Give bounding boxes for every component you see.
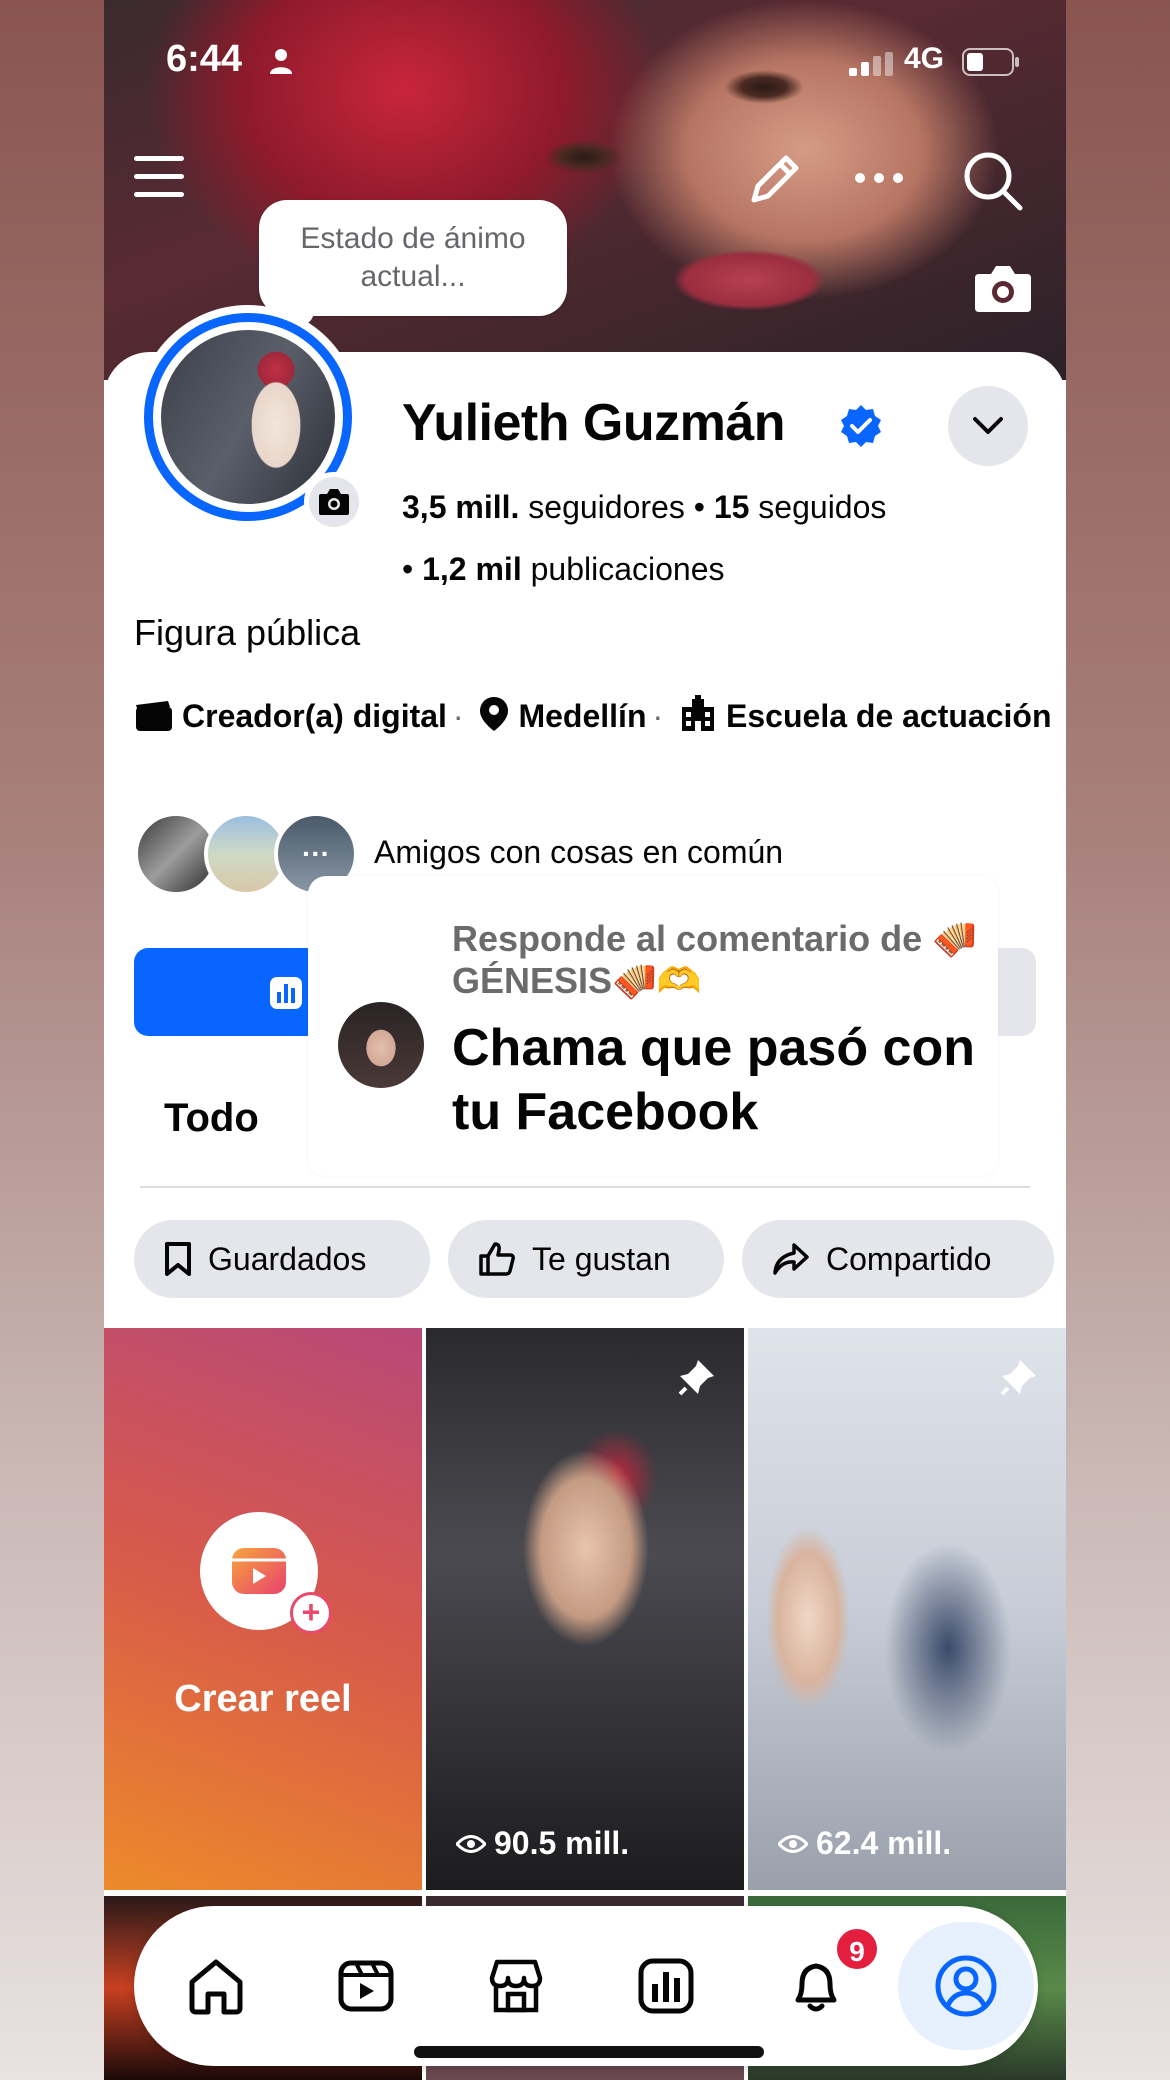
comment-text: Chama que pasó con tu Facebook bbox=[452, 1019, 975, 1141]
dashboard-icon bbox=[638, 1958, 694, 2014]
person-icon bbox=[270, 49, 292, 74]
profile-dropdown-button[interactable] bbox=[948, 386, 1028, 466]
more-options-icon[interactable] bbox=[854, 168, 904, 188]
profile-stats: 3,5 mill. seguidores • 15 seguidos • 1,2… bbox=[402, 489, 887, 587]
profile-category: Figura pública bbox=[134, 612, 361, 653]
tab-all[interactable]: Todo bbox=[164, 1096, 259, 1141]
mutual-friends-label: Amigos con cosas en común bbox=[374, 834, 784, 870]
followers-label[interactable]: seguidores bbox=[528, 489, 685, 525]
reel-views: 90.5 mill. bbox=[456, 1825, 629, 1862]
status-time: 6:44 bbox=[166, 38, 243, 80]
reel-view-count: 62.4 mill. bbox=[816, 1825, 952, 1861]
reel-views: 62.4 mill. bbox=[778, 1825, 951, 1862]
cover-photo-detail bbox=[544, 140, 624, 174]
nav-marketplace[interactable] bbox=[474, 1944, 558, 2028]
profile-details: Creador(a) digital · Medellín · Escuela de… bbox=[134, 694, 1054, 738]
eye-icon bbox=[778, 1834, 808, 1853]
network-type: 4G bbox=[904, 42, 945, 75]
following-count[interactable]: 15 bbox=[714, 489, 750, 525]
status-bar: 6:44 4G bbox=[104, 38, 1066, 88]
posts-label: publicaciones bbox=[530, 551, 725, 587]
battery-icon bbox=[962, 48, 1019, 76]
filter-likes-button[interactable]: Te gustan bbox=[448, 1220, 724, 1298]
create-plus-icon: + bbox=[290, 1592, 332, 1634]
menu-icon[interactable] bbox=[132, 150, 186, 204]
commenter-avatar bbox=[338, 1002, 424, 1088]
create-reel-tile[interactable]: + Crear reel bbox=[104, 1328, 422, 1890]
school-building-icon bbox=[682, 695, 715, 731]
camera-icon bbox=[319, 489, 349, 515]
friend-more-label: ··· bbox=[302, 838, 330, 869]
location-pin-icon bbox=[480, 697, 509, 731]
mood-status-bubble[interactable]: Estado de ánimo actual... bbox=[259, 200, 567, 316]
posts-count: 1,2 mil bbox=[422, 551, 522, 587]
mood-status-text: Estado de ánimo actual... bbox=[300, 222, 526, 293]
detail-school[interactable]: Escuela de actuación bbox=[726, 698, 1051, 734]
marketplace-icon bbox=[489, 1959, 543, 2013]
bottom-navigation: 9 bbox=[134, 1906, 1038, 2066]
eye-icon bbox=[456, 1834, 486, 1853]
share-arrow-icon bbox=[773, 1243, 809, 1275]
reel-tile[interactable]: 90.5 mill. bbox=[426, 1328, 744, 1890]
facebook-profile-screen: 6:44 4G Estado de ánimo actual... Yuliet… bbox=[104, 0, 1066, 2080]
edit-avatar-camera-button[interactable] bbox=[304, 472, 364, 532]
reel-view-count: 90.5 mill. bbox=[494, 1825, 630, 1861]
create-reel-label: Crear reel bbox=[174, 1678, 352, 1720]
profile-name: Yulieth Guzmán bbox=[402, 394, 786, 452]
detail-city[interactable]: Medellín bbox=[518, 698, 646, 734]
nav-video[interactable] bbox=[324, 1944, 408, 2028]
filter-shared-label: Compartido bbox=[826, 1240, 992, 1277]
followers-count[interactable]: 3,5 mill. bbox=[402, 489, 519, 525]
edit-pencil-icon[interactable] bbox=[744, 150, 804, 210]
nav-home[interactable] bbox=[174, 1944, 258, 2028]
cover-photo-detail bbox=[674, 250, 824, 310]
detail-creator: Creador(a) digital bbox=[182, 698, 447, 734]
profile-icon bbox=[935, 1955, 997, 2017]
chart-icon bbox=[270, 977, 302, 1009]
following-label[interactable]: seguidos bbox=[758, 489, 886, 525]
reels-icon bbox=[232, 1548, 286, 1594]
filter-shared-button[interactable]: Compartido bbox=[742, 1220, 1054, 1298]
avatar-photo bbox=[161, 330, 335, 504]
bell-icon bbox=[795, 1963, 837, 2012]
thumbs-up-icon bbox=[479, 1242, 515, 1276]
notification-badge: 9 bbox=[834, 1926, 880, 1972]
clapperboard-icon bbox=[136, 701, 172, 731]
filter-saved-label: Guardados bbox=[208, 1240, 367, 1277]
search-icon[interactable] bbox=[962, 150, 1024, 212]
video-icon bbox=[338, 1960, 394, 2012]
comment-reply-overlay[interactable]: Responde al comentario de 🪗GÉNESIS🪗🫶 Cha… bbox=[308, 876, 998, 1176]
verified-badge-icon bbox=[841, 405, 881, 447]
home-icon bbox=[189, 1959, 243, 2015]
signal-icon bbox=[849, 52, 893, 76]
nav-dashboard[interactable] bbox=[624, 1944, 708, 2028]
edit-cover-camera-icon[interactable] bbox=[973, 262, 1033, 314]
filter-likes-label: Te gustan bbox=[532, 1240, 671, 1277]
chevron-down-icon bbox=[973, 417, 1003, 434]
divider bbox=[140, 1186, 1030, 1188]
home-indicator bbox=[414, 2046, 764, 2058]
reel-tile[interactable]: 62.4 mill. bbox=[748, 1328, 1066, 1890]
pin-icon bbox=[678, 1360, 714, 1396]
reply-to-label: Responde al comentario de 🪗GÉNESIS🪗🫶 bbox=[452, 918, 977, 1001]
nav-profile[interactable] bbox=[898, 1922, 1034, 2050]
pin-icon bbox=[1000, 1360, 1036, 1396]
filter-saved-button[interactable]: Guardados bbox=[134, 1220, 430, 1298]
dashboard-button[interactable] bbox=[134, 948, 334, 1036]
bookmark-icon bbox=[165, 1242, 191, 1276]
